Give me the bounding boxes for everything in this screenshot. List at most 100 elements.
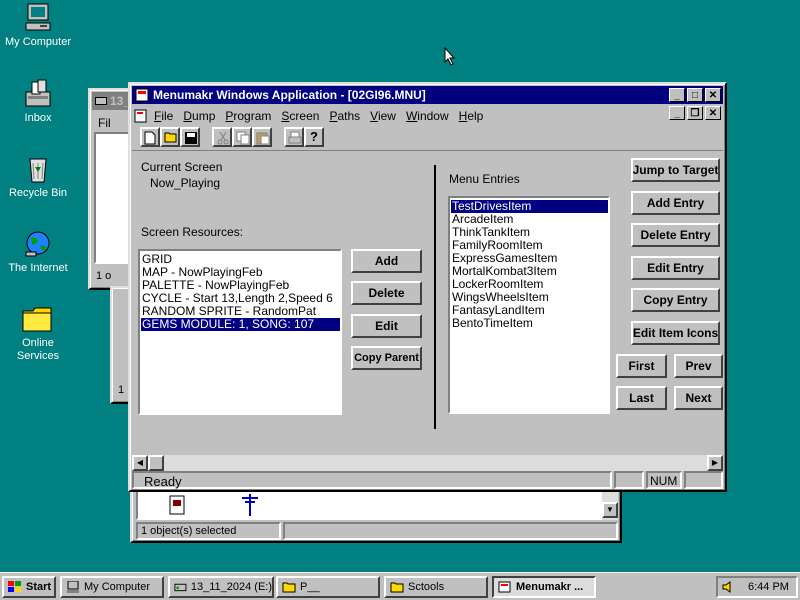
resource-item[interactable]: GEMS MODULE: 1, SONG: 107 [141, 318, 340, 331]
explorer-scrollbar[interactable]: ▼ [602, 490, 618, 520]
status-ready-panel: Ready [132, 471, 612, 489]
status-extra-panel [684, 471, 723, 489]
menu-help[interactable]: Help [459, 109, 484, 123]
task-sctools[interactable]: Sctools [384, 576, 488, 598]
copy-icon [236, 131, 250, 145]
explorer-status-panel [283, 522, 618, 540]
explorer-status-text: 1 object(s) selected [141, 525, 237, 537]
speaker-icon[interactable] [722, 581, 734, 593]
explorer-content [136, 490, 606, 520]
mouse-cursor-icon [444, 47, 456, 66]
prev-button[interactable]: Prev [674, 354, 723, 378]
paste-icon [256, 132, 270, 145]
delete-resource-button[interactable]: Delete [351, 281, 422, 305]
taskbar: Start My Computer 13_11_2024 (E:) P__ Sc… [0, 572, 800, 600]
copy-parent-button[interactable]: Copy Parent [351, 346, 422, 370]
folder-icon [390, 582, 404, 593]
menu-dump[interactable]: Dump [183, 109, 215, 123]
menu-window[interactable]: Window [406, 109, 449, 123]
screen-resources-list[interactable]: GRID MAP - NowPlayingFeb PALETTE - NowPl… [138, 249, 342, 415]
open-button[interactable] [160, 127, 180, 147]
desktop-icon-recycle-bin[interactable]: Recycle Bin [0, 153, 76, 200]
scroll-left-button[interactable]: ◀ [132, 455, 148, 471]
status-num-text: NUM [650, 474, 678, 488]
horizontal-scrollbar[interactable]: ◀ ▶ [132, 455, 723, 471]
background-window-2-status: 1 [118, 384, 125, 396]
window-title: Menumakr Windows Application - [02GI96.M… [153, 88, 426, 102]
desktop-icon-label: Inbox [24, 112, 52, 124]
scroll-right-button[interactable]: ▶ [707, 455, 723, 471]
screen-resources-label: Screen Resources: [141, 225, 244, 239]
help-button[interactable]: ? [304, 127, 324, 147]
clock[interactable]: 6:44 PM [748, 581, 789, 593]
task-drive-window[interactable]: 13_11_2024 (E:) [168, 576, 274, 598]
jump-to-target-button[interactable]: Jump to Target [631, 158, 720, 182]
client-area: Current Screen Now_Playing Screen Resour… [132, 150, 723, 471]
status-blank-panel [614, 471, 644, 489]
entry-item[interactable]: BentoTimeItem [451, 317, 608, 330]
desktop-icon-my-computer[interactable]: My Computer [0, 2, 76, 49]
menu-program[interactable]: Program [225, 109, 271, 123]
task-menumakr[interactable]: Menumakr ... [492, 576, 596, 598]
menubar: File Dump Program Screen Paths View Wind… [130, 106, 725, 126]
menu-file[interactable]: File [154, 109, 173, 123]
print-button[interactable] [284, 127, 304, 147]
save-button[interactable] [180, 127, 200, 147]
child-minimize-button[interactable]: _ [669, 106, 685, 120]
minimize-button[interactable]: _ [669, 88, 685, 102]
desktop-icon-online-services[interactable]: Online Services [0, 303, 76, 363]
maximize-button[interactable]: □ [687, 88, 703, 102]
copy-entry-button[interactable]: Copy Entry [631, 288, 720, 312]
task-label: Menumakr ... [516, 581, 584, 593]
close-button[interactable]: ✕ [705, 88, 721, 102]
mdi-controls: _ ❐ ✕ [667, 106, 721, 120]
scroll-down-button[interactable]: ▼ [602, 502, 618, 518]
menu-screen[interactable]: Screen [281, 109, 319, 123]
vertical-divider [434, 165, 436, 429]
computer-icon [67, 581, 79, 593]
help-icon: ? [310, 129, 318, 144]
copy-button[interactable] [232, 127, 252, 147]
desktop-icon-inbox[interactable]: Inbox [0, 78, 76, 125]
recycle-bin-icon [29, 158, 47, 183]
add-entry-button[interactable]: Add Entry [631, 191, 720, 215]
new-file-icon [144, 131, 156, 145]
edit-item-icons-button[interactable]: Edit Item Icons [631, 321, 720, 345]
menu-view[interactable]: View [370, 109, 396, 123]
child-restore-button[interactable]: ❐ [687, 106, 703, 120]
desktop-icon-label: The Internet [8, 262, 68, 274]
cut-button[interactable] [212, 127, 232, 147]
menumakr-titlebar[interactable]: Menumakr Windows Application - [02GI96.M… [132, 86, 723, 104]
last-button[interactable]: Last [616, 386, 667, 410]
desktop-icon-the-internet[interactable]: The Internet [0, 228, 76, 275]
inbox-icon [25, 79, 51, 107]
next-button[interactable]: Next [674, 386, 723, 410]
system-tray: 6:44 PM [716, 576, 798, 598]
current-screen-label: Current Screen [141, 160, 223, 174]
delete-entry-button[interactable]: Delete Entry [631, 223, 720, 247]
add-resource-button[interactable]: Add [351, 249, 422, 273]
task-folder-p[interactable]: P__ [276, 576, 380, 598]
start-label: Start [26, 581, 52, 593]
first-button[interactable]: First [616, 354, 667, 378]
app-icon [135, 88, 149, 102]
desktop-icon-label: Recycle Bin [8, 187, 68, 199]
windows-logo-icon [8, 581, 21, 592]
desktop-icon-label: My Computer [4, 36, 72, 48]
start-button[interactable]: Start [2, 576, 56, 598]
explorer-statusbar: 1 object(s) selected [136, 522, 281, 540]
scroll-thumb[interactable] [148, 455, 164, 471]
child-close-button[interactable]: ✕ [705, 106, 721, 120]
task-my-computer[interactable]: My Computer [60, 576, 164, 598]
paste-button[interactable] [252, 127, 272, 147]
task-label: 13_11_2024 (E:) [190, 581, 272, 593]
current-screen-value: Now_Playing [150, 176, 221, 190]
menumakr-window[interactable]: Menumakr Windows Application - [02GI96.M… [128, 82, 727, 492]
edit-resource-button[interactable]: Edit [351, 314, 422, 338]
edit-entry-button[interactable]: Edit Entry [631, 256, 720, 280]
menu-entries-list[interactable]: TestDrivesItem ArcadeItem ThinkTankItem … [448, 196, 610, 414]
menu-paths[interactable]: Paths [329, 109, 360, 123]
folder-icon [22, 307, 52, 332]
new-file-button[interactable] [140, 127, 160, 147]
menu-entries-label: Menu Entries [449, 172, 520, 186]
